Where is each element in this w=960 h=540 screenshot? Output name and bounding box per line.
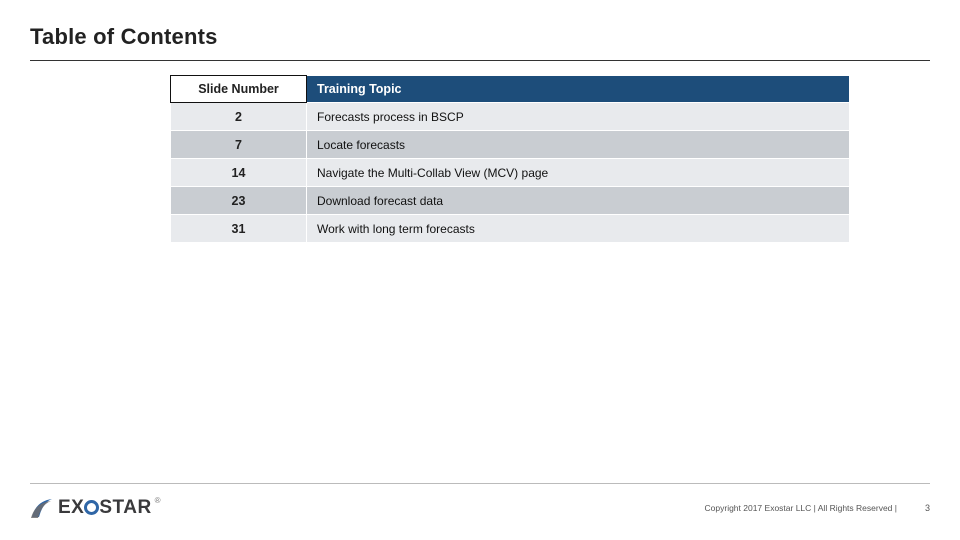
cell-slide: 7 [171,131,307,159]
cell-slide: 23 [171,187,307,215]
cell-topic: Forecasts process in BSCP [307,103,850,131]
footer: EX STAR ® Copyright 2017 Exostar LLC | Al… [30,492,930,524]
table-row: 7 Locate forecasts [171,131,850,159]
table-row: 2 Forecasts process in BSCP [171,103,850,131]
logo-text-left: EX [58,497,84,518]
footer-divider [30,483,930,484]
col-header-topic: Training Topic [307,76,850,103]
logo-text-right: STAR [99,497,151,518]
copyright-group: Copyright 2017 Exostar LLC | All Rights … [705,503,930,513]
cell-slide: 2 [171,103,307,131]
logo-swoosh-icon [30,497,54,519]
page-title: Table of Contents [30,24,930,50]
cell-topic: Work with long term forecasts [307,215,850,243]
exostar-logo: EX STAR ® [30,497,160,519]
copyright-text: Copyright 2017 Exostar LLC | All Rights … [705,503,897,513]
title-divider [30,60,930,61]
cell-topic: Navigate the Multi-Collab View (MCV) pag… [307,159,850,187]
table-header-row: Slide Number Training Topic [171,76,850,103]
logo-o-icon [84,497,99,519]
cell-topic: Locate forecasts [307,131,850,159]
cell-topic: Download forecast data [307,187,850,215]
col-header-slide: Slide Number [171,76,307,103]
toc-table: Slide Number Training Topic 2 Forecasts … [170,75,850,243]
cell-slide: 31 [171,215,307,243]
cell-slide: 14 [171,159,307,187]
page-number: 3 [925,503,930,513]
table-row: 14 Navigate the Multi-Collab View (MCV) … [171,159,850,187]
logo-text: EX STAR [58,497,152,519]
logo-registered-icon: ® [155,496,161,505]
table-row: 31 Work with long term forecasts [171,215,850,243]
table-row: 23 Download forecast data [171,187,850,215]
toc-table-container: Slide Number Training Topic 2 Forecasts … [0,75,960,243]
